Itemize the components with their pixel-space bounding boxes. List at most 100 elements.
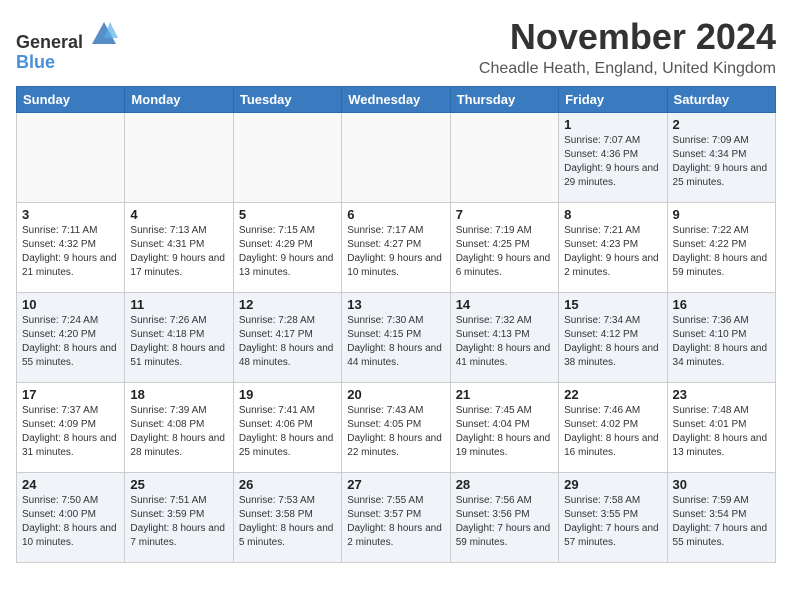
calendar-cell: 18Sunrise: 7:39 AM Sunset: 4:08 PM Dayli… (125, 383, 233, 473)
day-number: 2 (673, 117, 770, 132)
calendar-cell: 16 Sunrise: 7:36 AM Sunset: 4:10 PM Dayli… (667, 293, 775, 383)
calendar-week-row: 3 Sunrise: 7:11 AM Sunset: 4:32 PM Daylig… (17, 203, 776, 293)
calendar-week-row: 17 Sunrise: 7:37 AM Sunset: 4:09 PM Dayli… (17, 383, 776, 473)
day-info: Sunrise: 7:07 AM Sunset: 4:36 PM Dayligh… (564, 134, 661, 190)
calendar-cell: 21Sunrise: 7:45 AM Sunset: 4:04 PM Dayli… (450, 383, 558, 473)
calendar-cell: 19 Sunrise: 7:41 AM Sunset: 4:06 PM Dayli… (233, 383, 341, 473)
calendar-cell: 24 Sunrise: 7:50 AM Sunset: 4:00 PM Dayli… (17, 473, 125, 563)
header: General Blue November 2024 Cheadle Heath… (16, 16, 776, 78)
day-info: Sunrise: 7:50 AM Sunset: 4:00 PM Dayligh… (22, 494, 119, 550)
day-info: Sunrise: 7:17 AM Sunset: 4:27 PM Dayligh… (347, 224, 444, 280)
weekday-header-saturday: Saturday (667, 87, 775, 113)
calendar-cell: 11 Sunrise: 7:26 AM Sunset: 4:18 PM Dayli… (125, 293, 233, 383)
logo: General Blue (16, 20, 118, 73)
day-info: Sunrise: 7:30 AM Sunset: 4:15 PM Dayligh… (347, 314, 444, 370)
day-number: 9 (673, 207, 770, 222)
calendar-cell: 2 Sunrise: 7:09 AM Sunset: 4:34 PM Daylig… (667, 113, 775, 203)
day-info: Sunrise: 7:11 AM Sunset: 4:32 PM Dayligh… (22, 224, 119, 280)
day-info: Sunrise: 7:56 AM Sunset: 3:56 PM Dayligh… (456, 494, 553, 550)
day-info: Sunrise: 7:24 AM Sunset: 4:20 PM Dayligh… (22, 314, 119, 370)
day-info: Sunrise: 7:43 AM Sunset: 4:05 PM Dayligh… (347, 404, 444, 460)
day-number: 29 (564, 477, 661, 492)
calendar-cell (233, 113, 341, 203)
day-info: Sunrise: 7:48 AM Sunset: 4:01 PM Dayligh… (673, 404, 770, 460)
calendar-cell: 25Sunrise: 7:51 AM Sunset: 3:59 PM Dayli… (125, 473, 233, 563)
day-info: Sunrise: 7:26 AM Sunset: 4:18 PM Dayligh… (130, 314, 227, 370)
day-info: Sunrise: 7:55 AM Sunset: 3:57 PM Dayligh… (347, 494, 444, 550)
day-number: 16 (673, 297, 770, 312)
day-number: 30 (673, 477, 770, 492)
calendar-cell: 6 Sunrise: 7:17 AM Sunset: 4:27 PM Daylig… (342, 203, 450, 293)
calendar-cell: 28 Sunrise: 7:56 AM Sunset: 3:56 PM Dayli… (450, 473, 558, 563)
calendar-cell: 23 Sunrise: 7:48 AM Sunset: 4:01 PM Dayli… (667, 383, 775, 473)
calendar-cell: 13 Sunrise: 7:30 AM Sunset: 4:15 PM Dayli… (342, 293, 450, 383)
title-area: November 2024 Cheadle Heath, England, Un… (479, 16, 776, 78)
day-number: 18 (130, 387, 227, 402)
calendar-cell: 5Sunrise: 7:15 AM Sunset: 4:29 PM Daylig… (233, 203, 341, 293)
calendar-cell (450, 113, 558, 203)
day-info: Sunrise: 7:41 AM Sunset: 4:06 PM Dayligh… (239, 404, 336, 460)
weekday-header-wednesday: Wednesday (342, 87, 450, 113)
day-number: 3 (22, 207, 119, 222)
day-number: 23 (673, 387, 770, 402)
day-number: 5 (239, 207, 336, 222)
calendar-cell: 20Sunrise: 7:43 AM Sunset: 4:05 PM Dayli… (342, 383, 450, 473)
day-number: 28 (456, 477, 553, 492)
day-number: 7 (456, 207, 553, 222)
day-number: 26 (239, 477, 336, 492)
day-info: Sunrise: 7:53 AM Sunset: 3:58 PM Dayligh… (239, 494, 336, 550)
weekday-header-thursday: Thursday (450, 87, 558, 113)
calendar-cell: 22Sunrise: 7:46 AM Sunset: 4:02 PM Dayli… (559, 383, 667, 473)
weekday-header-monday: Monday (125, 87, 233, 113)
day-info: Sunrise: 7:36 AM Sunset: 4:10 PM Dayligh… (673, 314, 770, 370)
day-number: 4 (130, 207, 227, 222)
calendar-cell (125, 113, 233, 203)
calendar-cell (17, 113, 125, 203)
day-number: 17 (22, 387, 119, 402)
day-info: Sunrise: 7:37 AM Sunset: 4:09 PM Dayligh… (22, 404, 119, 460)
calendar-cell: 4 Sunrise: 7:13 AM Sunset: 4:31 PM Daylig… (125, 203, 233, 293)
calendar-cell: 17 Sunrise: 7:37 AM Sunset: 4:09 PM Dayli… (17, 383, 125, 473)
calendar-table: SundayMondayTuesdayWednesdayThursdayFrid… (16, 86, 776, 563)
day-info: Sunrise: 7:19 AM Sunset: 4:25 PM Dayligh… (456, 224, 553, 280)
day-info: Sunrise: 7:59 AM Sunset: 3:54 PM Dayligh… (673, 494, 770, 550)
weekday-header-row: SundayMondayTuesdayWednesdayThursdayFrid… (17, 87, 776, 113)
day-number: 24 (22, 477, 119, 492)
day-number: 11 (130, 297, 227, 312)
calendar-cell: 7 Sunrise: 7:19 AM Sunset: 4:25 PM Daylig… (450, 203, 558, 293)
calendar-cell: 3 Sunrise: 7:11 AM Sunset: 4:32 PM Daylig… (17, 203, 125, 293)
day-info: Sunrise: 7:34 AM Sunset: 4:12 PM Dayligh… (564, 314, 661, 370)
calendar-cell: 12 Sunrise: 7:28 AM Sunset: 4:17 PM Dayli… (233, 293, 341, 383)
day-number: 8 (564, 207, 661, 222)
day-info: Sunrise: 7:09 AM Sunset: 4:34 PM Dayligh… (673, 134, 770, 190)
calendar-week-row: 10Sunrise: 7:24 AM Sunset: 4:20 PM Dayli… (17, 293, 776, 383)
calendar-cell: 14Sunrise: 7:32 AM Sunset: 4:13 PM Dayli… (450, 293, 558, 383)
day-info: Sunrise: 7:21 AM Sunset: 4:23 PM Dayligh… (564, 224, 661, 280)
day-info: Sunrise: 7:22 AM Sunset: 4:22 PM Dayligh… (673, 224, 770, 280)
day-number: 19 (239, 387, 336, 402)
weekday-header-friday: Friday (559, 87, 667, 113)
location-title: Cheadle Heath, England, United Kingdom (479, 60, 776, 78)
day-number: 12 (239, 297, 336, 312)
logo-general-text: General (16, 32, 83, 52)
day-info: Sunrise: 7:13 AM Sunset: 4:31 PM Dayligh… (130, 224, 227, 280)
day-number: 22 (564, 387, 661, 402)
day-number: 13 (347, 297, 444, 312)
day-info: Sunrise: 7:58 AM Sunset: 3:55 PM Dayligh… (564, 494, 661, 550)
calendar-cell: 30 Sunrise: 7:59 AM Sunset: 3:54 PM Dayli… (667, 473, 775, 563)
calendar-week-row: 1 Sunrise: 7:07 AM Sunset: 4:36 PM Daylig… (17, 113, 776, 203)
calendar-cell: 15Sunrise: 7:34 AM Sunset: 4:12 PM Dayli… (559, 293, 667, 383)
logo-blue-text: Blue (16, 52, 55, 72)
day-info: Sunrise: 7:28 AM Sunset: 4:17 PM Dayligh… (239, 314, 336, 370)
calendar-cell: 1 Sunrise: 7:07 AM Sunset: 4:36 PM Daylig… (559, 113, 667, 203)
day-number: 27 (347, 477, 444, 492)
calendar-cell: 26 Sunrise: 7:53 AM Sunset: 3:58 PM Dayli… (233, 473, 341, 563)
weekday-header-tuesday: Tuesday (233, 87, 341, 113)
weekday-header-sunday: Sunday (17, 87, 125, 113)
calendar-cell (342, 113, 450, 203)
day-number: 1 (564, 117, 661, 132)
calendar-cell: 29 Sunrise: 7:58 AM Sunset: 3:55 PM Dayli… (559, 473, 667, 563)
calendar-week-row: 24 Sunrise: 7:50 AM Sunset: 4:00 PM Dayli… (17, 473, 776, 563)
month-title: November 2024 (479, 16, 776, 58)
day-number: 6 (347, 207, 444, 222)
